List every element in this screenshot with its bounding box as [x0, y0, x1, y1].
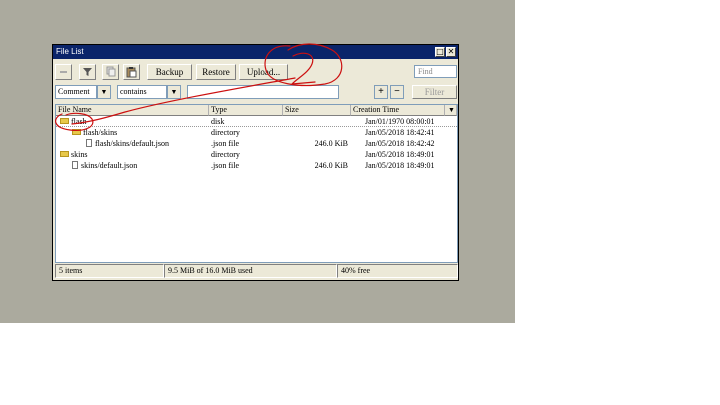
- window-titlebar[interactable]: File List □ ✕: [53, 45, 458, 59]
- folder-icon: [60, 118, 69, 125]
- status-items: 5 items: [55, 264, 164, 278]
- folder-icon: [72, 129, 81, 136]
- backup-button[interactable]: Backup: [147, 64, 192, 80]
- file-icon: [86, 139, 92, 148]
- column-header-creation-time[interactable]: Creation Time: [351, 105, 445, 116]
- remove-filter-button[interactable]: −: [390, 85, 404, 99]
- file-type: directory: [211, 150, 240, 159]
- creation-time: Jan/05/2018 18:42:42: [365, 139, 435, 148]
- file-name: skins: [71, 150, 88, 159]
- copy-icon: [106, 66, 116, 77]
- file-name: flash: [71, 117, 87, 126]
- table-row[interactable]: skins directory Jan/05/2018 18:49:01: [56, 149, 457, 160]
- filter-row: Comment ▼ contains ▼ + − Filter: [55, 85, 457, 101]
- file-type: .json file: [211, 161, 239, 170]
- status-bar: 5 items 9.5 MiB of 16.0 MiB used 40% fre…: [55, 264, 458, 278]
- file-table: File Name Type Size Creation Time ▼ flas…: [55, 104, 458, 263]
- file-size: [285, 127, 348, 138]
- file-name: flash/skins: [83, 128, 118, 137]
- filter-operator-select[interactable]: contains: [117, 85, 167, 99]
- upload-button[interactable]: Upload...: [239, 64, 288, 80]
- status-usage: 9.5 MiB of 16.0 MiB used: [164, 264, 337, 278]
- table-row[interactable]: skins/default.json .json file 246.0 KiB …: [56, 160, 457, 171]
- file-type: disk: [211, 117, 225, 126]
- window-title: File List: [56, 47, 84, 56]
- folder-icon: [60, 151, 69, 158]
- chevron-down-icon[interactable]: ▼: [167, 85, 181, 99]
- funnel-icon: [83, 68, 92, 76]
- creation-time: Jan/05/2018 18:49:01: [365, 161, 435, 170]
- file-type: directory: [211, 128, 240, 137]
- status-free: 40% free: [337, 264, 458, 278]
- file-size: 246.0 KiB: [314, 139, 348, 148]
- find-input[interactable]: Find: [414, 65, 457, 78]
- table-row[interactable]: flash disk Jan/01/1970 08:00:01: [56, 116, 457, 127]
- file-name: flash/skins/default.json: [95, 139, 169, 148]
- add-filter-button[interactable]: +: [374, 85, 388, 99]
- columns-menu-icon[interactable]: ▼: [445, 105, 457, 116]
- table-row[interactable]: flash/skins directory Jan/05/2018 18:42:…: [56, 127, 457, 138]
- paste-icon: [126, 67, 137, 78]
- maximize-icon[interactable]: □: [435, 47, 445, 57]
- minus-icon: [60, 71, 67, 73]
- filter-button[interactable]: Filter: [412, 85, 457, 99]
- filter-field-select[interactable]: Comment: [55, 85, 97, 99]
- column-header-file-name[interactable]: File Name: [56, 105, 209, 116]
- table-row[interactable]: flash/skins/default.json .json file 246.…: [56, 138, 457, 149]
- filter-value-input[interactable]: [187, 85, 339, 99]
- restore-button[interactable]: Restore: [196, 64, 236, 80]
- column-header-type[interactable]: Type: [209, 105, 283, 116]
- close-icon[interactable]: ✕: [446, 47, 456, 57]
- file-size: [285, 149, 348, 160]
- file-icon: [72, 161, 78, 170]
- creation-time: Jan/01/1970 08:00:01: [365, 117, 435, 126]
- filter-toggle-button[interactable]: [79, 64, 96, 80]
- file-list-window: File List □ ✕ Backup Restore Upload... F…: [52, 44, 459, 281]
- file-name: skins/default.json: [81, 161, 138, 170]
- column-header-size[interactable]: Size: [283, 105, 351, 116]
- toolbar: Backup Restore Upload... Find: [55, 62, 457, 83]
- file-type: .json file: [211, 139, 239, 148]
- chevron-down-icon[interactable]: ▼: [97, 85, 111, 99]
- remove-button[interactable]: [55, 64, 72, 80]
- file-size: 246.0 KiB: [314, 161, 348, 170]
- paste-button[interactable]: [123, 64, 140, 80]
- copy-button[interactable]: [102, 64, 119, 80]
- creation-time: Jan/05/2018 18:49:01: [365, 150, 435, 159]
- creation-time: Jan/05/2018 18:42:41: [365, 128, 435, 137]
- file-size: [285, 116, 348, 127]
